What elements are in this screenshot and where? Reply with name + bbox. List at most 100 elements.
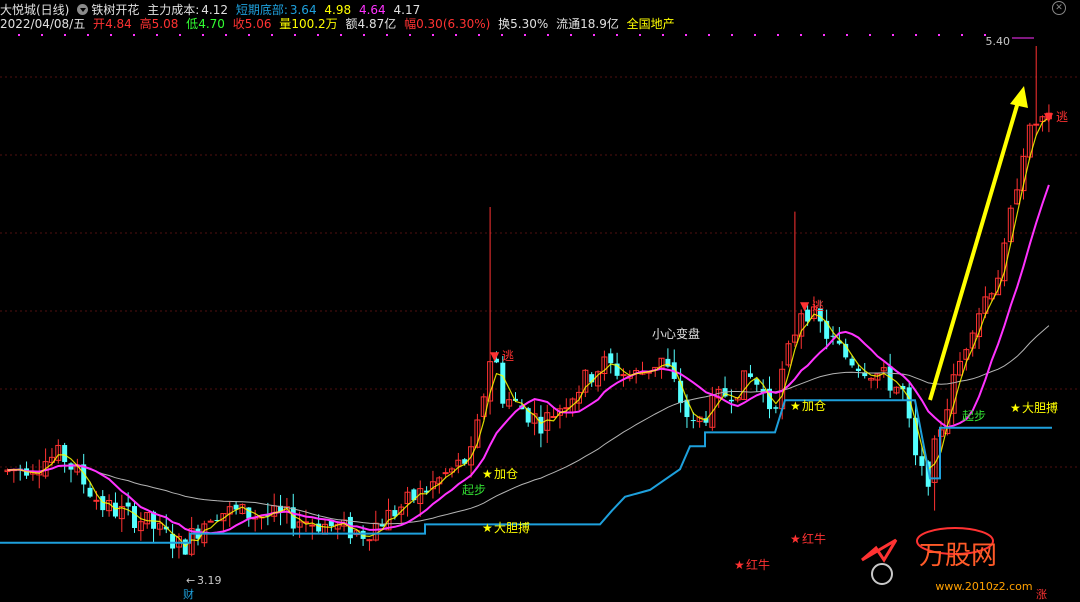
top-marker-dot xyxy=(202,34,204,36)
top-marker-dot xyxy=(110,34,112,36)
candle-up xyxy=(442,472,449,475)
top-marker-dot xyxy=(18,34,20,36)
top-marker-dot xyxy=(133,34,135,36)
top-marker-dot xyxy=(386,34,388,36)
watermark-logo-icon xyxy=(861,538,898,563)
top-marker-dot xyxy=(248,34,250,36)
top-marker-dot xyxy=(179,34,181,36)
top-marker-dot xyxy=(547,34,549,36)
candle-down xyxy=(290,507,296,529)
candle-up xyxy=(309,524,316,527)
watermark-title: 万股网 xyxy=(919,541,997,571)
escape-signal-1-text: 逃 xyxy=(502,349,514,363)
candle-up xyxy=(366,539,373,542)
top-marker-dot xyxy=(685,34,687,36)
dropdown-icon[interactable] xyxy=(77,4,89,15)
top-marker-dot xyxy=(777,34,779,36)
top-marker-dot xyxy=(478,34,480,36)
top-marker-dot xyxy=(915,34,917,36)
top-marker-dot xyxy=(64,34,66,36)
candle-down xyxy=(132,506,137,528)
volume-label: 量 xyxy=(279,17,292,31)
candle-down xyxy=(913,417,919,456)
top-marker-dot xyxy=(616,34,618,36)
low-label: 低 xyxy=(186,17,199,31)
escape-signal-3-symbol: ▼ xyxy=(1044,110,1054,124)
candle-up xyxy=(1033,123,1040,126)
top-marker-dot xyxy=(156,34,158,36)
candle-down xyxy=(608,353,614,364)
candle-down xyxy=(919,456,925,466)
turnover-value: 5.30% xyxy=(510,17,549,31)
cai-tag: 财 xyxy=(183,587,194,601)
candle-down xyxy=(824,320,830,339)
candle-down xyxy=(747,373,753,377)
red-bull-signal-1-symbol: ★ xyxy=(734,558,745,572)
top-marker-dot xyxy=(363,34,365,36)
top-marker-dot xyxy=(570,34,572,36)
high-label: 高 xyxy=(139,17,152,31)
candle-up xyxy=(550,416,557,419)
top-marker-dot xyxy=(708,34,710,36)
top-marker-dot xyxy=(501,34,503,36)
amount-label: 额 xyxy=(345,17,358,31)
start-signal-1-text: 起步 xyxy=(462,483,486,497)
top-marker-dot xyxy=(294,34,296,36)
top-marker-dot xyxy=(432,34,434,36)
close-value: 5.06 xyxy=(244,17,272,31)
top-marker-dot xyxy=(41,34,43,36)
top-marker-dot xyxy=(961,34,963,36)
top-marker-dot xyxy=(662,34,664,36)
candle-down xyxy=(62,445,68,463)
open-label: 开 xyxy=(93,17,106,31)
escape-signal-2-text: 逃 xyxy=(812,299,824,313)
open-value: 4.84 xyxy=(105,17,132,31)
escape-signal-1-symbol: ▼ xyxy=(490,349,500,363)
candle-down xyxy=(538,416,544,434)
sector-text[interactable]: 全国地产 xyxy=(627,15,675,32)
high-value: 5.08 xyxy=(151,17,179,31)
candle-down xyxy=(773,407,779,409)
candle-down xyxy=(170,533,176,549)
close-label: 收 xyxy=(232,17,245,31)
candle-up xyxy=(620,374,627,377)
top-marker-dot xyxy=(225,34,227,36)
zhang-tag: 涨 xyxy=(1036,588,1047,601)
candlesticks xyxy=(4,46,1052,559)
top-marker-dot xyxy=(846,34,848,36)
candle-up xyxy=(563,407,570,410)
candle-down xyxy=(500,362,506,404)
bold-bet-signal-2-symbol: ★ xyxy=(1010,401,1021,415)
amount-value: 4.87亿 xyxy=(357,17,397,31)
high-price-label: 5.40 xyxy=(986,35,1011,48)
candle-up xyxy=(207,520,214,523)
top-marker-dot xyxy=(524,34,526,36)
red-bull-signal-2-symbol: ★ xyxy=(790,532,801,546)
top-marker-dot xyxy=(800,34,802,36)
candle-down xyxy=(849,358,855,366)
low-value: 4.70 xyxy=(198,17,225,31)
float-value: 18.9亿 xyxy=(580,17,619,31)
top-marker-dot xyxy=(754,34,756,36)
top-marker-dot xyxy=(87,34,89,36)
top-marker-dot xyxy=(317,34,319,36)
change-value: 0.30(6.30%) xyxy=(416,17,491,31)
trend-arrow-head xyxy=(1010,86,1028,108)
watermark-coin-icon xyxy=(871,563,893,585)
top-marker-dot xyxy=(892,34,894,36)
top-marker-dot xyxy=(271,34,273,36)
volume-value: 100.2万 xyxy=(291,17,338,31)
candle-down xyxy=(125,502,131,507)
escape-signal-2-symbol: ▼ xyxy=(800,299,810,313)
ma-magenta-line xyxy=(7,184,1050,535)
close-icon[interactable]: ✕ xyxy=(1052,1,1066,15)
top-marker-dot xyxy=(455,34,457,36)
low-price-arrow: ← xyxy=(186,574,195,587)
float-label: 流通 xyxy=(556,17,581,31)
caution-text: 小心变盘 xyxy=(652,326,700,341)
price-chart[interactable]: 5.40← 3.19财 涨▼ 逃▼ 逃▼ 逃★ 加仓★ 加仓起步起步★ 大胆搏★ 大胆搏★ 红牛★ 红… xyxy=(0,0,1080,602)
top-marker-dot xyxy=(639,34,641,36)
header-row-2: 2022/04/08/五 开4.84 高5.08 低4.70 收5.06 量10… xyxy=(0,15,1080,31)
add-position-signal-2-text: 加仓 xyxy=(802,399,826,413)
add-position-signal-1-symbol: ★ xyxy=(482,467,493,481)
